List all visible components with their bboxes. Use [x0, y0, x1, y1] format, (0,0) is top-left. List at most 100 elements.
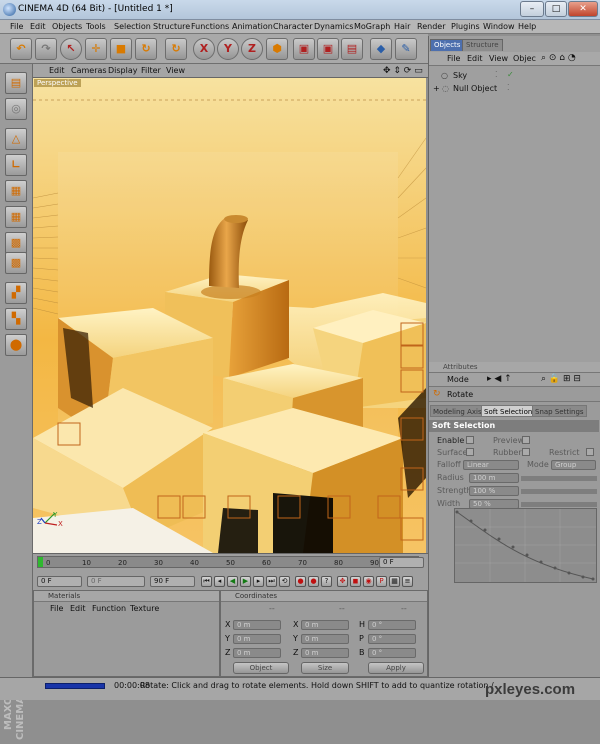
last-tool-icon[interactable]: ↻: [165, 38, 187, 60]
coordinate-system-select[interactable]: Object: [233, 662, 289, 674]
viewport-menu-cameras[interactable]: Cameras: [71, 66, 107, 75]
position-y-field[interactable]: 0 m: [233, 634, 281, 644]
attributes-mode-menu[interactable]: Mode: [447, 375, 469, 384]
live-selection-icon[interactable]: ↖: [60, 38, 82, 60]
materials-menu-file[interactable]: File: [50, 604, 63, 613]
use-model-tool-icon[interactable]: ▤: [5, 72, 27, 94]
snap-icon[interactable]: ⬤: [5, 334, 27, 356]
timeline-menu-icon[interactable]: ≡: [402, 576, 413, 587]
use-object-tool-icon[interactable]: ◎: [5, 98, 27, 120]
visibility-dots-icon[interactable]: ⁚: [507, 83, 510, 92]
size-x-field[interactable]: 0 m: [301, 620, 349, 630]
use-edges-tool-icon[interactable]: ▦: [5, 206, 27, 228]
previous-key-icon[interactable]: ◂: [214, 576, 225, 587]
use-uv-polygons-icon[interactable]: ▩: [5, 252, 27, 274]
object-row-null[interactable]: + ◌ Null Object ⁚: [433, 83, 598, 95]
objects-menu-edit[interactable]: Edit: [467, 54, 483, 63]
move-icon[interactable]: ✛: [85, 38, 107, 60]
viewport-menu-display[interactable]: Display: [108, 66, 138, 75]
timeline-playhead[interactable]: [38, 557, 43, 567]
use-points-tool-icon[interactable]: ▦: [5, 180, 27, 202]
menu-objects[interactable]: Objects: [52, 22, 82, 31]
use-axis-tool-icon[interactable]: ∟: [5, 154, 27, 176]
falloff-select[interactable]: Linear: [463, 460, 519, 470]
position-x-field[interactable]: 0 m: [233, 620, 281, 630]
menu-selection[interactable]: Selection: [114, 22, 151, 31]
object-row-sky[interactable]: ○ Sky ⁚ ✓: [433, 70, 598, 82]
objects-menu-view[interactable]: View: [489, 54, 508, 63]
menu-functions[interactable]: Functions: [191, 22, 229, 31]
go-to-start-icon[interactable]: ⏮: [201, 576, 212, 587]
radius-slider[interactable]: [521, 476, 597, 481]
3d-viewport[interactable]: Perspective Y Z X: [33, 78, 426, 553]
record-active-objects-icon[interactable]: ●: [295, 576, 306, 587]
menu-mograph[interactable]: MoGraph: [354, 22, 390, 31]
viewport-menu-filter[interactable]: Filter: [141, 66, 161, 75]
tweak-mode-icon[interactable]: ▚: [5, 308, 27, 330]
parameter-track-icon[interactable]: P: [376, 576, 387, 587]
rotation-h-field[interactable]: 0 °: [368, 620, 416, 630]
cube-primitive-icon[interactable]: ◆: [370, 38, 392, 60]
restrict-checkbox[interactable]: [586, 448, 594, 456]
play-icon[interactable]: ▶: [240, 576, 251, 587]
strength-field[interactable]: 100 %: [469, 486, 519, 496]
size-z-field[interactable]: 0 m: [301, 648, 349, 658]
objects-menu-objects[interactable]: Objec: [513, 54, 536, 63]
surface-checkbox[interactable]: [466, 448, 474, 456]
use-texture-tool-icon[interactable]: △: [5, 128, 27, 150]
render-view-icon[interactable]: ▣: [293, 38, 315, 60]
menu-animation[interactable]: Animation: [232, 22, 273, 31]
minimize-button[interactable]: –: [520, 1, 544, 17]
tab-snap-settings[interactable]: Snap Settings: [532, 405, 587, 417]
preview-offset-field[interactable]: 0 F: [87, 576, 145, 587]
enabled-check-icon[interactable]: ✓: [507, 70, 514, 79]
falloff-curve-graph[interactable]: [454, 508, 597, 583]
next-key-icon[interactable]: ▸: [253, 576, 264, 587]
materials-menu-edit[interactable]: Edit: [70, 604, 86, 613]
mode-select[interactable]: Group: [551, 460, 596, 470]
menu-window[interactable]: Window: [483, 22, 515, 31]
menu-help[interactable]: Help: [518, 22, 536, 31]
x-axis-lock-button[interactable]: X: [193, 38, 215, 60]
current-frame-field[interactable]: 0 F: [379, 557, 424, 568]
rotate-icon[interactable]: ↻: [135, 38, 157, 60]
strength-slider[interactable]: [521, 489, 597, 494]
loop-icon[interactable]: ⟲: [279, 576, 290, 587]
end-frame-field[interactable]: 90 F: [150, 576, 195, 587]
materials-menu-function[interactable]: Function: [92, 604, 126, 613]
point-level-animation-icon[interactable]: ▦: [389, 576, 400, 587]
tab-soft-selection[interactable]: Soft Selection: [481, 405, 536, 417]
viewport-menu-view[interactable]: View: [166, 66, 185, 75]
size-y-field[interactable]: 0 m: [301, 634, 349, 644]
menu-plugins[interactable]: Plugins: [451, 22, 480, 31]
scale-icon[interactable]: ■: [110, 38, 132, 60]
spline-pen-icon[interactable]: ✎: [395, 38, 417, 60]
menu-tools[interactable]: Tools: [86, 22, 106, 31]
preview-checkbox[interactable]: [522, 436, 530, 444]
autokeying-icon[interactable]: ●: [308, 576, 319, 587]
object-search-icon[interactable]: ⌕ ⊙ ⌂ ◔: [541, 53, 576, 63]
menu-structure[interactable]: Structure: [153, 22, 190, 31]
rotation-track-icon[interactable]: ◉: [363, 576, 374, 587]
size-mode-select[interactable]: Size: [301, 662, 349, 674]
visibility-dots-icon[interactable]: ⁚: [495, 70, 498, 79]
menu-dynamics[interactable]: Dynamics: [314, 22, 353, 31]
close-button[interactable]: ✕: [568, 1, 598, 17]
menu-file[interactable]: File: [10, 22, 23, 31]
tab-modeling-axis[interactable]: Modeling Axis: [430, 405, 485, 417]
menu-edit[interactable]: Edit: [30, 22, 46, 31]
undo-icon[interactable]: ↶: [10, 38, 32, 60]
materials-menu-texture[interactable]: Texture: [130, 604, 159, 613]
viewport-menu-edit[interactable]: Edit: [49, 66, 65, 75]
attributes-nav-icon[interactable]: ▸ ◀ ↑: [487, 374, 512, 384]
render-picture-viewer-icon[interactable]: ▣: [317, 38, 339, 60]
maximize-button[interactable]: □: [545, 1, 567, 17]
keyframe-selection-icon[interactable]: ?: [321, 576, 332, 587]
menu-render[interactable]: Render: [417, 22, 445, 31]
enable-axis-icon[interactable]: ▞: [5, 282, 27, 304]
previous-frame-icon[interactable]: ◀: [227, 576, 238, 587]
attributes-search-icon[interactable]: ⌕ 🔒 ⊞ ⊟: [541, 374, 581, 384]
expand-icon[interactable]: +: [433, 84, 440, 93]
apply-button[interactable]: Apply: [368, 662, 424, 674]
rotation-b-field[interactable]: 0 °: [368, 648, 416, 658]
